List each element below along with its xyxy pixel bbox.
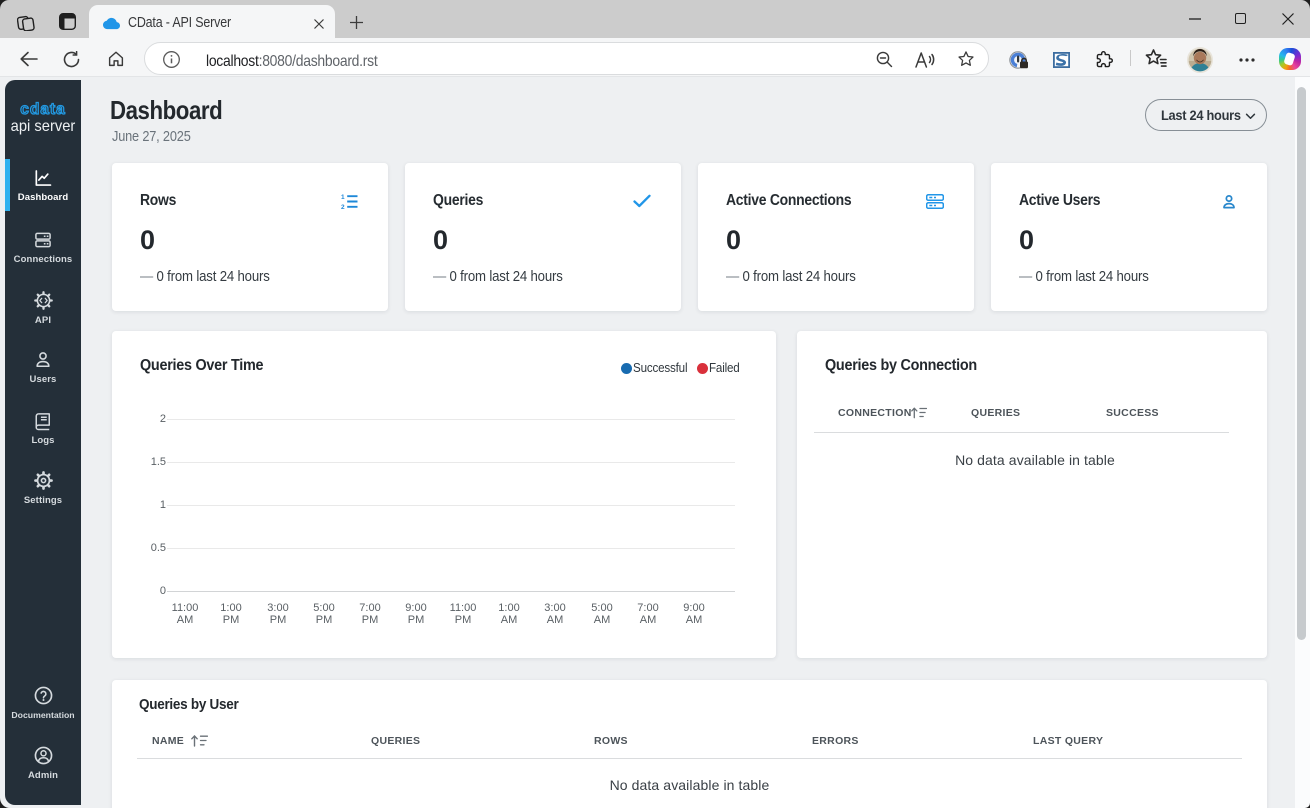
svg-text:1: 1 bbox=[341, 194, 345, 201]
svg-text:2: 2 bbox=[341, 204, 345, 209]
